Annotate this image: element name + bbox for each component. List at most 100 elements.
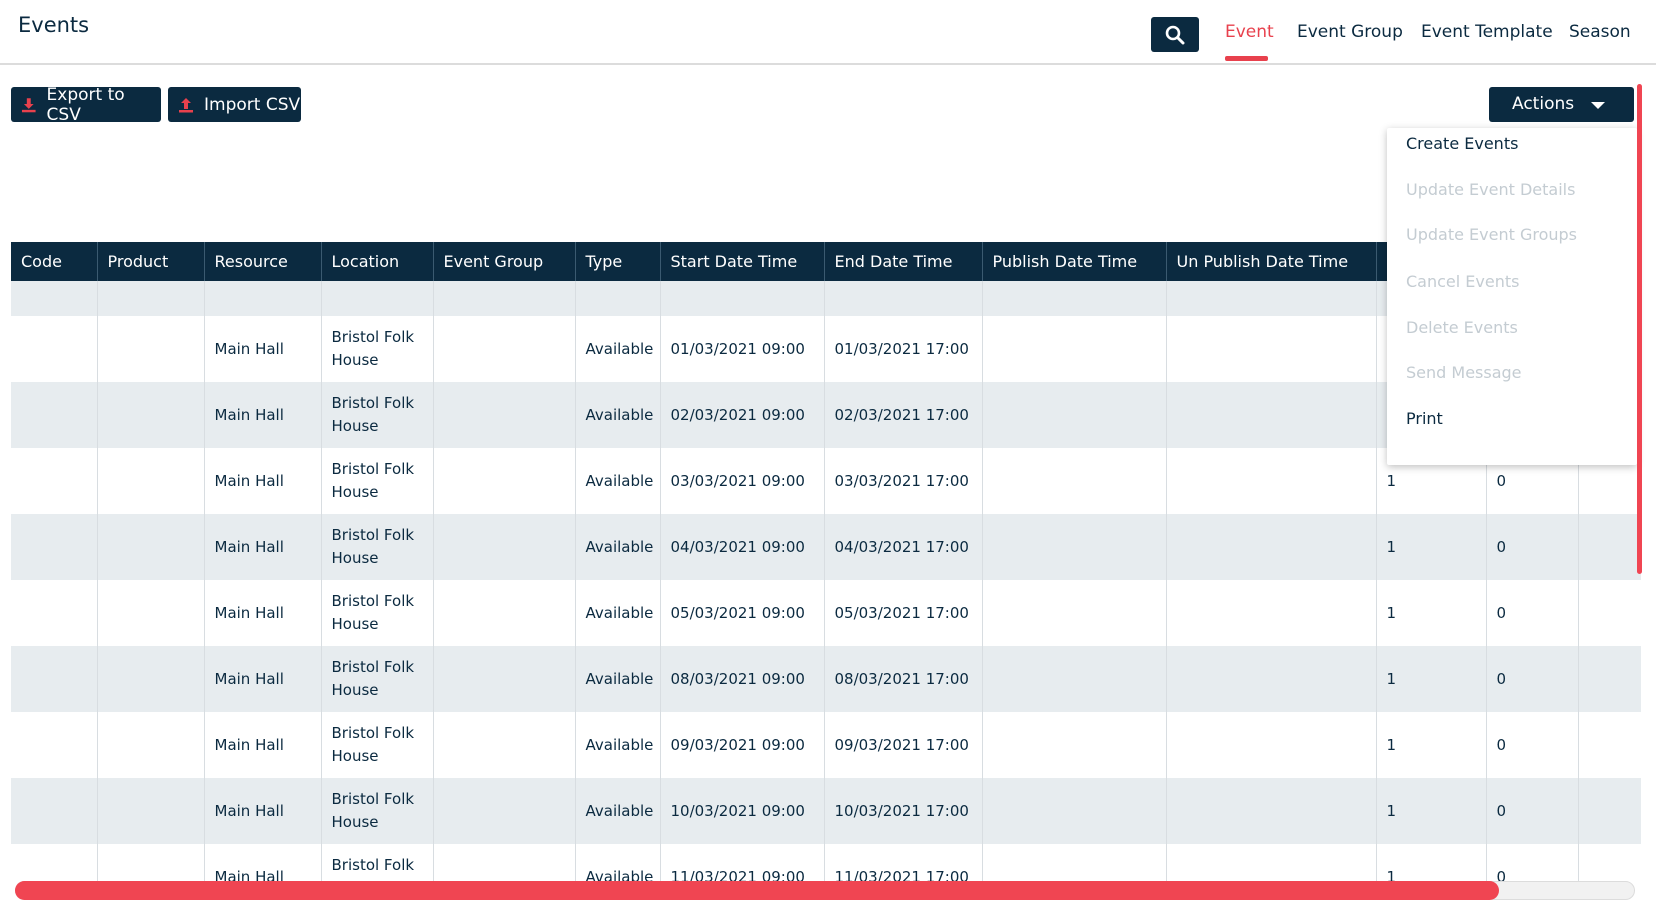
cell-c: 1 [1376,844,1487,882]
header-bar: Events Event Event Group Event Template … [0,0,1656,65]
cell-resource: Main Hall [204,646,322,712]
column-header-resource[interactable]: Resource [204,242,322,281]
cell-end-date-time: 10/03/2021 17:00 [824,778,983,844]
cell-resource: Main Hall [204,382,322,448]
cell-c: 1 [1376,646,1487,712]
cell-code [11,646,98,712]
cell-publish-date-time [982,382,1167,448]
tab-event[interactable]: Event [1225,22,1274,42]
tab-event-template[interactable]: Event Template [1421,22,1553,42]
cell-extra-1: 0 [1486,844,1579,882]
table-row[interactable]: Main Hall Bristol Folk House Available 04/0… [11,514,1641,580]
actions-dropdown-menu: Create Events Update Event Details Updat… [1387,128,1637,465]
cell-end-date-time: 09/03/2021 17:00 [824,712,983,778]
column-header-start-date-time[interactable]: Start Date Time [660,242,825,281]
cell-extra-1: 0 [1486,580,1579,646]
menu-item-print[interactable]: Print [1406,409,1443,428]
actions-button[interactable]: Actions [1489,87,1634,122]
menu-item-create-events[interactable]: Create Events [1406,134,1518,153]
cell-location: Bristol Folk House [321,382,434,448]
cell-unpublish-date-time [1166,316,1377,382]
cell-product [97,514,205,580]
cell-end-date-time: 02/03/2021 17:00 [824,382,983,448]
menu-item-send-message: Send Message [1406,363,1522,382]
cell-start-date-time: 04/03/2021 09:00 [660,514,825,580]
cell-type: Available [575,646,661,712]
table-row[interactable]: Main Hall Bristol Folk House Available 08/0… [11,646,1641,712]
cell-resource: Main Hall [204,580,322,646]
cell-resource: Main Hall [204,514,322,580]
cell-c: 1 [1376,514,1487,580]
cell-extra-1: 0 [1486,514,1579,580]
cell-resource: Main Hall [204,712,322,778]
cell-unpublish-date-time [1166,382,1377,448]
active-tab-indicator [1225,56,1268,61]
cell-type: Available [575,778,661,844]
cell-c: 1 [1376,778,1487,844]
cell-unpublish-date-time [1166,580,1377,646]
search-button[interactable] [1151,17,1199,52]
cell-code [11,712,98,778]
cell-extra-2 [1578,778,1641,844]
cell-location: Bristol Folk House [321,778,434,844]
cell-code [11,778,98,844]
column-header-end-date-time[interactable]: End Date Time [824,242,983,281]
cell-event-group [433,448,576,514]
cell-type: Available [575,316,661,382]
cell-start-date-time: 09/03/2021 09:00 [660,712,825,778]
column-header-unpublish-date-time[interactable]: Un Publish Date Time [1166,242,1377,281]
cell-end-date-time: 08/03/2021 17:00 [824,646,983,712]
menu-item-update-event-groups: Update Event Groups [1406,225,1577,244]
cell-start-date-time: 02/03/2021 09:00 [660,382,825,448]
cell-location: Bristol Folk House [321,844,434,882]
cell-type: Available [575,514,661,580]
cell-c: 1 [1376,580,1487,646]
column-header-event-group[interactable]: Event Group [433,242,576,281]
cell-code [11,448,98,514]
cell-resource: Main Hall [204,778,322,844]
column-header-type[interactable]: Type [575,242,661,281]
cell-event-group [433,316,576,382]
cell-event-group [433,844,576,882]
cell-end-date-time: 03/03/2021 17:00 [824,448,983,514]
cell-event-group [433,712,576,778]
table-row[interactable]: Main Hall Bristol Folk House Available 05/0… [11,580,1641,646]
cell-extra-2 [1578,712,1641,778]
search-icon [1165,25,1185,44]
cell-publish-date-time [982,646,1167,712]
import-csv-button[interactable]: Import CSV [168,87,301,122]
cell-unpublish-date-time [1166,646,1377,712]
cell-location: Bristol Folk House [321,646,434,712]
table-row[interactable]: Main Hall Bristol Folk House Available 10/0… [11,778,1641,844]
cell-location: Bristol Folk House [321,448,434,514]
tab-event-group[interactable]: Event Group [1297,22,1403,42]
cell-extra-2 [1578,844,1641,882]
column-header-code[interactable]: Code [11,242,98,281]
cell-unpublish-date-time [1166,514,1377,580]
cell-type: Available [575,448,661,514]
horizontal-scrollbar-thumb[interactable] [15,881,1499,900]
export-csv-button[interactable]: Export to CSV [11,85,161,125]
column-header-product[interactable]: Product [97,242,205,281]
cell-publish-date-time [982,778,1167,844]
menu-item-delete-events: Delete Events [1406,318,1518,337]
cell-start-date-time: 01/03/2021 09:00 [660,316,825,382]
vertical-scrollbar[interactable] [1637,84,1642,574]
tab-season[interactable]: Season [1569,22,1631,42]
actions-label: Actions [1512,94,1575,114]
cell-location: Bristol Folk House [321,712,434,778]
cell-event-group [433,514,576,580]
cell-end-date-time: 11/03/2021 17:00 [824,844,983,882]
cell-publish-date-time [982,712,1167,778]
column-header-location[interactable]: Location [321,242,434,281]
table-row[interactable]: Main HallBristol Folk HouseAvailable11/0… [11,844,1641,882]
cell-start-date-time: 10/03/2021 09:00 [660,778,825,844]
cell-publish-date-time [982,580,1167,646]
cell-product [97,382,205,448]
cell-resource: Main Hall [204,316,322,382]
cell-publish-date-time [982,514,1167,580]
column-header-publish-date-time[interactable]: Publish Date Time [982,242,1167,281]
table-row[interactable]: Main Hall Bristol Folk House Available 09/0… [11,712,1641,778]
cell-product [97,712,205,778]
cell-product [97,778,205,844]
